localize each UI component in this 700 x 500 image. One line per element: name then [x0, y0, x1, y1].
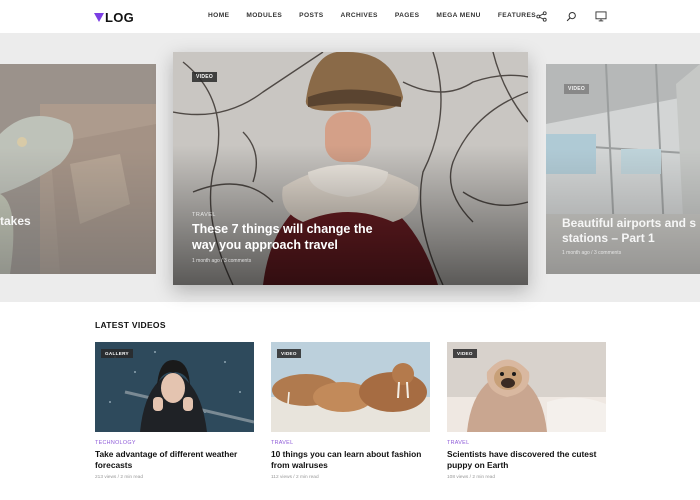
- site-logo[interactable]: LOG: [94, 9, 134, 25]
- main-nav: HOME MODULES POSTS ARCHIVES PAGES MEGA M…: [208, 12, 553, 19]
- logo-text: LOG: [105, 9, 135, 25]
- site-header: LOG HOME MODULES POSTS ARCHIVES PAGES ME…: [0, 0, 700, 34]
- featured-slider: takes VIDEO TRAVEL These 7 things will c…: [0, 34, 700, 302]
- video-card-category[interactable]: TRAVEL: [447, 440, 606, 446]
- video-card-badge[interactable]: GALLERY: [101, 349, 133, 358]
- slide-main-title-line2: way you approach travel: [192, 237, 338, 252]
- video-card-thumbnail[interactable]: GALLERY: [95, 342, 254, 432]
- slide-right[interactable]: VIDEO Beautiful airports and s stations …: [546, 64, 700, 274]
- nav-posts[interactable]: POSTS: [299, 12, 323, 19]
- video-card-badge[interactable]: VIDEO: [277, 349, 301, 358]
- video-card-title[interactable]: 10 things you can learn about fashion fr…: [271, 449, 430, 471]
- video-card-meta: 112 views / 2 min read: [271, 475, 319, 481]
- video-card-meta: 213 views / 2 min read: [95, 475, 143, 481]
- video-card[interactable]: GALLERY TECHNOLOGY Take advantage of dif…: [95, 342, 254, 480]
- video-card-title[interactable]: Take advantage of different weather fore…: [95, 449, 254, 471]
- slide-main-title-line1: These 7 things will change the: [192, 222, 373, 236]
- slide-main-badge[interactable]: VIDEO: [192, 72, 218, 82]
- share-icon[interactable]: [534, 9, 548, 23]
- latest-videos-heading: LATEST VIDEOS: [95, 320, 166, 330]
- slide-left-title: takes: [0, 214, 31, 228]
- video-card[interactable]: VIDEO TRAVEL 10 things you can learn abo…: [271, 342, 430, 480]
- nav-pages[interactable]: PAGES: [395, 12, 420, 19]
- slide-main-meta: 1 month ago / 3 comments: [192, 258, 252, 264]
- slide-left-overlay: [0, 64, 156, 274]
- slide-main-category[interactable]: TRAVEL: [192, 212, 216, 218]
- slide-main[interactable]: VIDEO TRAVEL These 7 things will change …: [173, 52, 528, 285]
- video-card-title[interactable]: Scientists have discovered the cutest pu…: [447, 449, 606, 471]
- video-card[interactable]: VIDEO TRAVEL Scientists have discovered …: [447, 342, 606, 480]
- video-card-thumbnail[interactable]: VIDEO: [271, 342, 430, 432]
- slide-right-badge[interactable]: VIDEO: [564, 84, 590, 94]
- slide-left[interactable]: takes: [0, 64, 156, 274]
- nav-mega-menu[interactable]: MEGA MENU: [436, 12, 480, 19]
- video-card-category[interactable]: TRAVEL: [271, 440, 430, 446]
- slide-right-meta: 1 month ago / 3 comments: [562, 250, 622, 256]
- slide-right-title-line1: Beautiful airports and s: [562, 216, 697, 230]
- slide-main-title[interactable]: These 7 things will change the way you a…: [192, 222, 373, 253]
- slide-right-title-line2: stations – Part 1: [562, 231, 655, 245]
- search-icon[interactable]: [564, 9, 578, 23]
- video-card-category[interactable]: TECHNOLOGY: [95, 440, 254, 446]
- monitor-icon[interactable]: [594, 9, 608, 23]
- video-card-badge[interactable]: VIDEO: [453, 349, 477, 358]
- nav-archives[interactable]: ARCHIVES: [341, 12, 378, 19]
- nav-home[interactable]: HOME: [208, 12, 229, 19]
- slide-right-title[interactable]: Beautiful airports and s stations – Part…: [562, 216, 696, 246]
- nav-modules[interactable]: MODULES: [246, 12, 282, 19]
- header-actions: [534, 9, 608, 23]
- video-card-meta: 108 views / 2 min read: [447, 475, 495, 481]
- logo-v-mark: [94, 12, 104, 22]
- nav-features[interactable]: FEATURES: [498, 12, 536, 19]
- video-card-thumbnail[interactable]: VIDEO: [447, 342, 606, 432]
